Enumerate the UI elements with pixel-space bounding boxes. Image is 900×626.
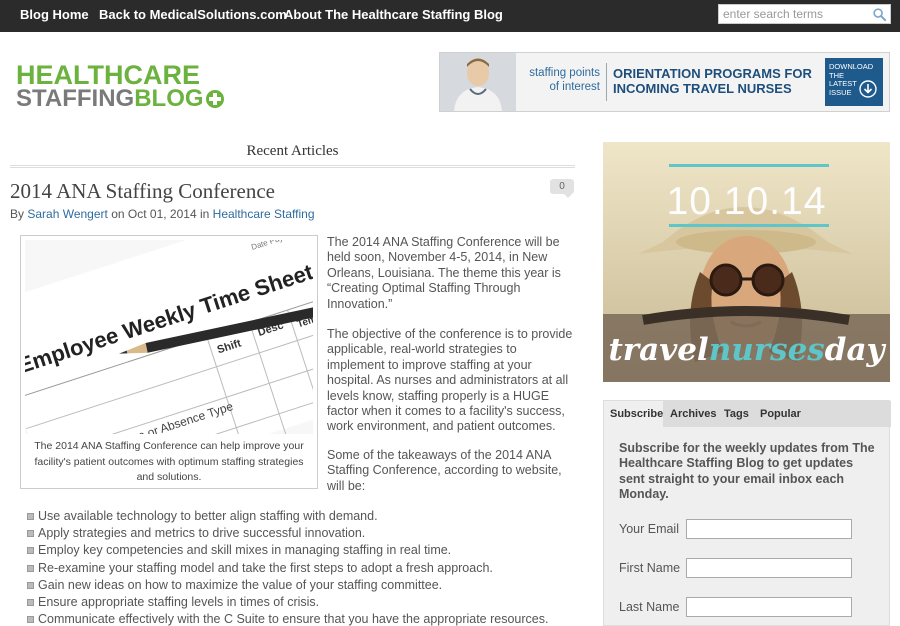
- article-paragraph-1: The 2014 ANA Staffing Conference will be…: [327, 235, 561, 311]
- download-button-label: DOWNLOAD THE LATEST ISSUE: [829, 62, 874, 97]
- list-item-text: Re-examine your staffing model and take …: [38, 560, 493, 575]
- list-item-text: Communicate effectively with the C Suite…: [38, 612, 549, 626]
- list-item: Apply strategies and metrics to drive su…: [27, 525, 575, 542]
- bullet-square-icon: [27, 599, 34, 607]
- last-name-field[interactable]: [686, 597, 852, 617]
- list-item: Use available technology to better align…: [27, 508, 575, 525]
- bullet-square-icon: [27, 581, 34, 589]
- article-date: Oct 01, 2014: [127, 207, 197, 221]
- nav-link-medicalsolutions[interactable]: Back to MedicalSolutions.com: [99, 7, 287, 22]
- banner-ad[interactable]: staffing points of interest ORIENTATION …: [439, 52, 890, 112]
- list-item: Re-examine your staffing model and take …: [27, 560, 575, 577]
- first-name-field[interactable]: [686, 558, 852, 578]
- search-box: [718, 4, 891, 24]
- first-name-label: First Name: [619, 561, 681, 575]
- site-logo[interactable]: HEALTHCARE STAFFING BLOG: [16, 62, 225, 111]
- list-item: Communicate effectively with the C Suite…: [27, 611, 575, 626]
- list-item: Employ key competencies and skill mixes …: [27, 542, 575, 559]
- byline-in: in: [199, 207, 210, 221]
- logo-line-staffing-blog: STAFFING BLOG: [16, 87, 225, 111]
- comment-count-badge[interactable]: 0: [550, 179, 574, 198]
- bullet-square-icon: [27, 616, 34, 624]
- section-divider: [10, 165, 575, 168]
- author-link[interactable]: Sarah Wengert: [27, 207, 108, 221]
- bullet-square-icon: [27, 564, 34, 572]
- widget-tabs: Subscribe Archives Tags Popular: [604, 401, 891, 427]
- tab-subscribe[interactable]: Subscribe: [604, 401, 663, 427]
- article-byline: By Sarah Wengert on Oct 01, 2014 in Heal…: [10, 207, 315, 221]
- promo-tagline: travelnursesday: [603, 332, 890, 368]
- list-item: Ensure appropriate staffing levels in ti…: [27, 594, 575, 611]
- promo-date: 10.10.14: [666, 180, 827, 223]
- list-item-text: Gain new ideas on how to maximize the va…: [38, 577, 443, 592]
- banner-small-text: staffing points of interest: [529, 67, 600, 93]
- category-link[interactable]: Healthcare Staffing: [213, 207, 315, 221]
- nav-link-about-blog[interactable]: About The Healthcare Staffing Blog: [284, 7, 503, 22]
- subscribe-widget: Subscribe Archives Tags Popular Subscrib…: [603, 400, 891, 626]
- logo-word-staffing: STAFFING: [16, 85, 135, 112]
- byline-prefix: By: [10, 207, 25, 221]
- list-item-text: Ensure appropriate staffing levels in ti…: [38, 595, 320, 610]
- figure-caption: The 2014 ANA Staffing Conference can hel…: [34, 440, 304, 483]
- email-label: Your Email: [619, 522, 679, 536]
- takeaways-list: Use available technology to better align…: [27, 508, 575, 626]
- logo-word-blog: BLOG: [134, 85, 204, 112]
- banner-divider: [606, 63, 607, 101]
- article-paragraph-3: Some of the takeaways of the 2014 ANA St…: [327, 448, 562, 493]
- download-arrow-icon: [859, 80, 877, 98]
- tab-archives[interactable]: Archives: [670, 401, 716, 427]
- bullet-square-icon: [27, 547, 34, 555]
- list-item-text: Use available technology to better align…: [38, 509, 378, 523]
- subscribe-description: Subscribe for the weekly updates from Th…: [619, 441, 875, 502]
- medical-plus-icon: [205, 90, 224, 108]
- timesheet-photo: Employee Weekly Time Sheet Date Pay Week…: [25, 240, 313, 434]
- nav-link-blog-home[interactable]: Blog Home: [20, 7, 89, 22]
- promo-tag-travel: travel: [608, 332, 709, 368]
- nurse-photo: [440, 53, 516, 111]
- travel-nurses-day-promo[interactable]: 10.10.14 travelnursesday: [603, 142, 890, 382]
- list-item-text: Employ key competencies and skill mixes …: [38, 543, 452, 558]
- email-field[interactable]: [686, 519, 852, 539]
- bullet-square-icon: [27, 513, 34, 520]
- download-latest-issue-button[interactable]: DOWNLOAD THE LATEST ISSUE: [825, 58, 883, 106]
- banner-headline: ORIENTATION PROGRAMS FOR INCOMING TRAVEL…: [613, 66, 812, 96]
- bullet-square-icon: [27, 530, 34, 538]
- article-figure: Employee Weekly Time Sheet Date Pay Week…: [20, 235, 318, 489]
- promo-tag-nurses: nurses: [708, 332, 825, 368]
- list-item-text: Apply strategies and metrics to drive su…: [38, 526, 366, 541]
- byline-on: on: [111, 207, 125, 221]
- tab-tags[interactable]: Tags: [724, 401, 749, 427]
- recent-articles-heading: Recent Articles: [246, 143, 339, 159]
- last-name-label: Last Name: [619, 600, 680, 614]
- list-item: Gain new ideas on how to maximize the va…: [27, 577, 575, 594]
- search-icon[interactable]: [872, 7, 887, 22]
- search-input[interactable]: [723, 6, 869, 22]
- article-title[interactable]: 2014 ANA Staffing Conference: [10, 179, 275, 204]
- article-paragraph-2: The objective of the conference is to pr…: [327, 327, 573, 434]
- promo-tag-day: day: [824, 332, 885, 368]
- top-navigation-bar: Blog Home Back to MedicalSolutions.com A…: [0, 0, 900, 32]
- tab-popular[interactable]: Popular: [760, 401, 801, 427]
